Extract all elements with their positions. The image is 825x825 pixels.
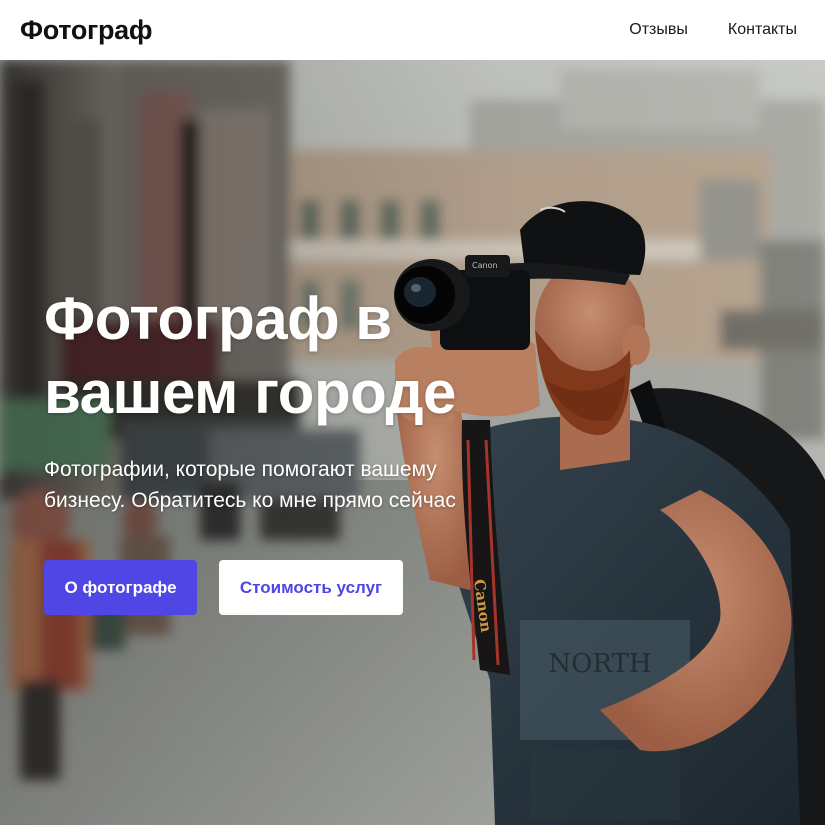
pricing-button[interactable]: Стоимость услуг: [219, 560, 403, 615]
site-header: Фотограф Отзывы Контакты: [0, 0, 825, 60]
hero-content: Фотограф в вашем городе Фотографии, кото…: [44, 282, 604, 615]
nav-link-reviews[interactable]: Отзывы: [629, 21, 688, 39]
main-nav: Отзывы Контакты: [629, 21, 797, 39]
hero-title-line-2: вашем городе: [44, 359, 456, 426]
hero-subtitle-line-2: бизнесу. Обратитесь ко мне прямо сейчас: [44, 489, 456, 512]
logo[interactable]: Фотограф: [20, 15, 153, 46]
hero-title-line-1: Фотограф в: [44, 285, 392, 352]
nav-link-contacts[interactable]: Контакты: [728, 21, 797, 39]
hero-buttons: О фотографе Стоимость услуг: [44, 560, 604, 615]
hero-subtitle: Фотографии, которые помогают вашему бизн…: [44, 454, 544, 516]
hero-section: NORTH Canon Canon Фотограф в вашем город…: [0, 60, 825, 825]
hero-subtitle-line-1: Фотографии, которые помогают вашему: [44, 458, 437, 481]
about-photographer-button[interactable]: О фотографе: [44, 560, 197, 615]
hero-title: Фотограф в вашем городе: [44, 282, 604, 430]
